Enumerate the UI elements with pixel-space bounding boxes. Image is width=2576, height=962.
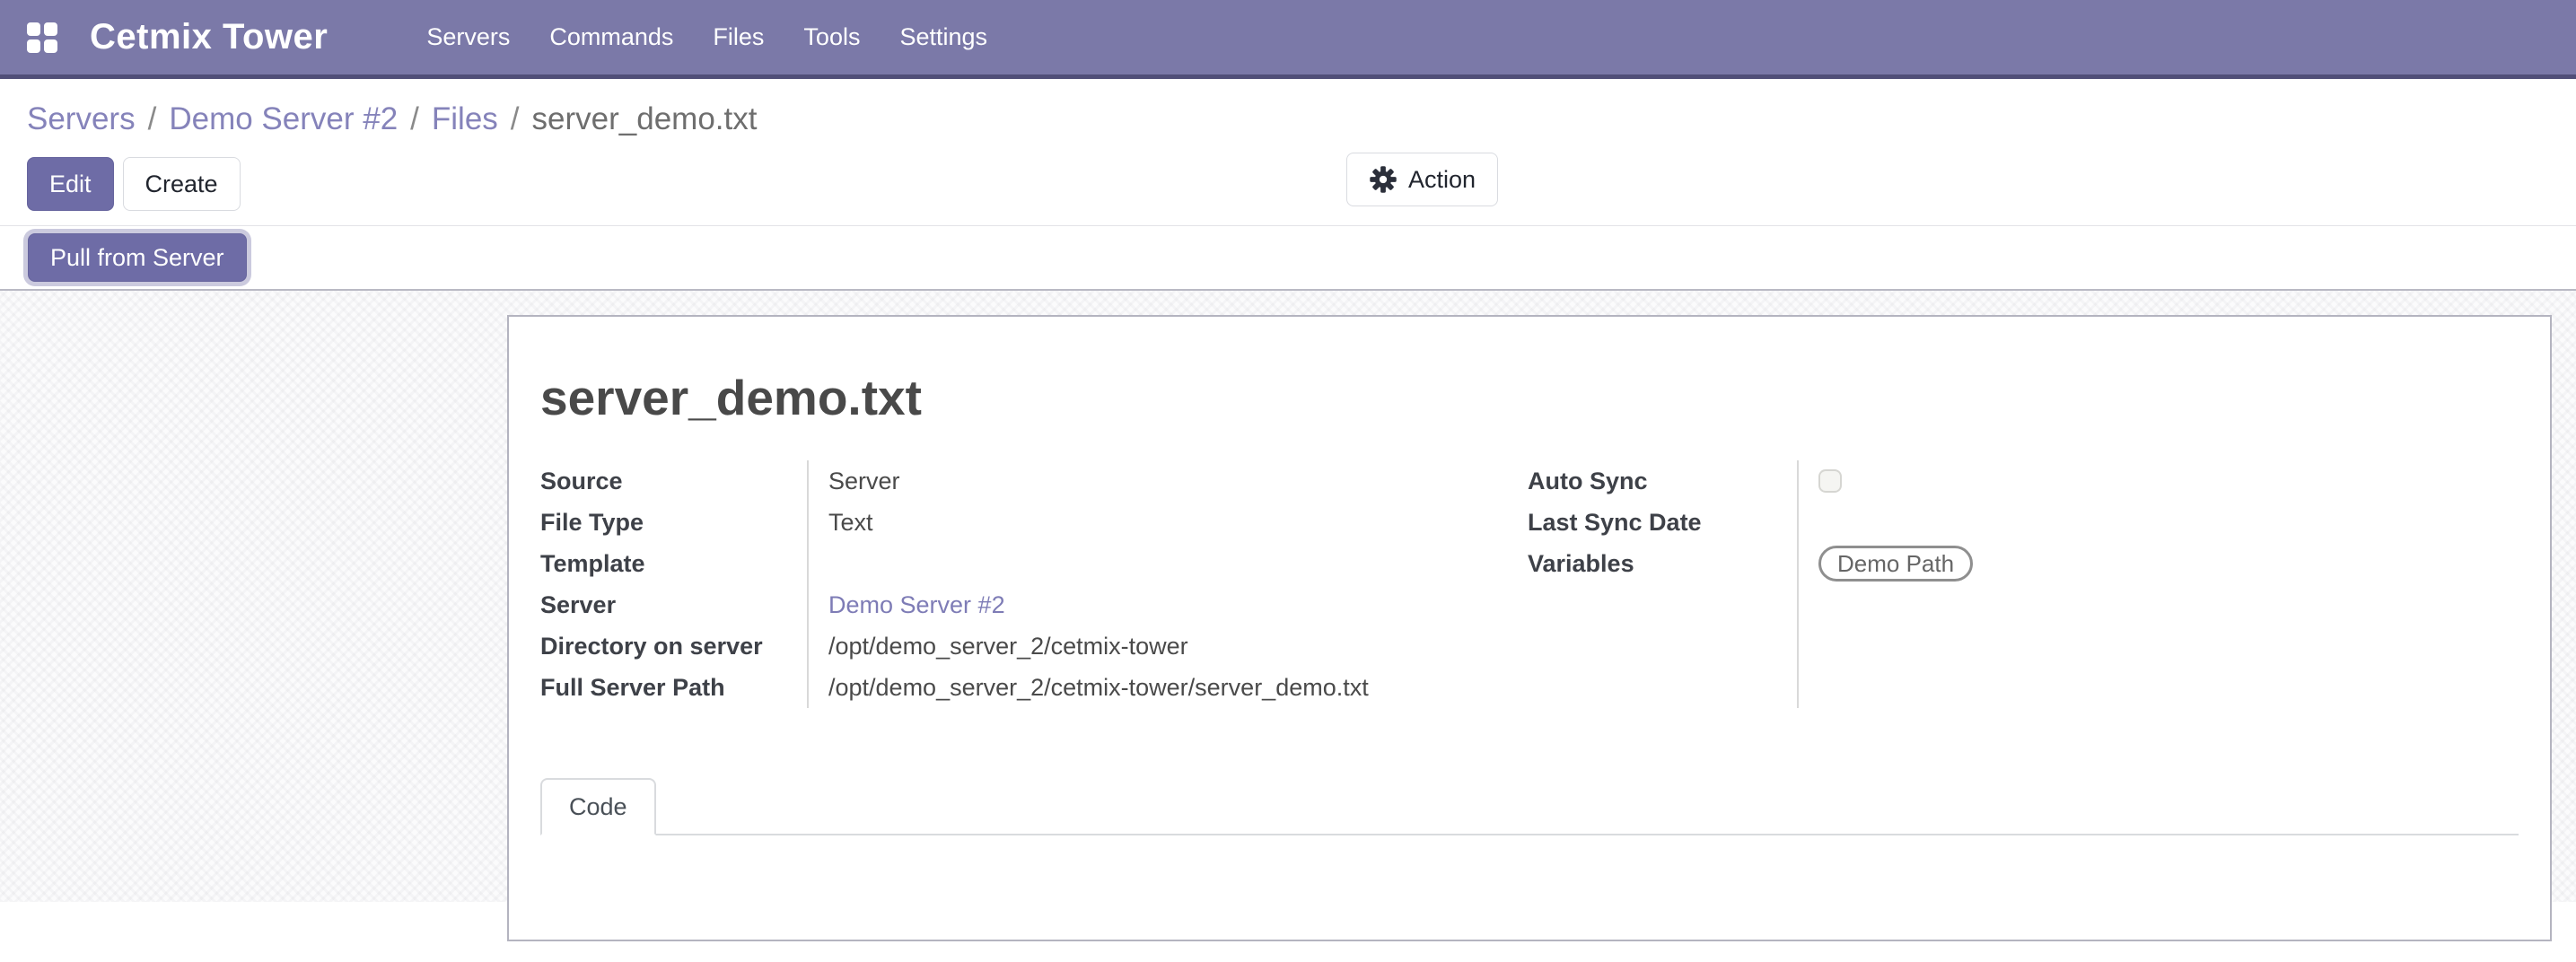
gear-icon (1369, 165, 1398, 194)
apps-grid-dot (44, 39, 57, 53)
nav-item-tools[interactable]: Tools (803, 23, 860, 51)
action-menu-button[interactable]: Action (1346, 153, 1498, 206)
apps-grid-dot (44, 22, 57, 36)
breadcrumb-link-files[interactable]: Files (432, 101, 498, 137)
tab-content-code (540, 835, 2519, 934)
navbar-menu: Servers Commands Files Tools Settings (426, 23, 987, 51)
control-panel-buttons: Edit Create (27, 157, 2576, 211)
apps-grid-dot (27, 22, 40, 36)
breadcrumb-separator: / (511, 101, 520, 137)
value-column: Demo Path (1797, 460, 2519, 708)
value-column: Server Text Demo Server #2 /opt/demo_ser… (807, 460, 1528, 708)
form-sheet: server_demo.txt Source File Type Templat… (507, 315, 2552, 941)
field-label-server: Server (540, 591, 616, 619)
field-value-source: Server (828, 468, 900, 495)
field-label-directory: Directory on server (540, 633, 763, 660)
nav-item-files[interactable]: Files (713, 23, 764, 51)
breadcrumb-link-servers[interactable]: Servers (27, 101, 136, 137)
field-label-last-sync-date: Last Sync Date (1528, 509, 1702, 537)
field-value-file-type: Text (828, 509, 873, 537)
field-label-full-server-path: Full Server Path (540, 674, 725, 702)
breadcrumb-separator: / (410, 101, 419, 137)
label-column: Auto Sync Last Sync Date Variables (1528, 460, 1797, 708)
notebook: Code (540, 778, 2519, 934)
field-label-file-type: File Type (540, 509, 644, 537)
form-view-background: server_demo.txt Source File Type Templat… (0, 291, 2576, 902)
field-value-server-link[interactable]: Demo Server #2 (828, 591, 1005, 618)
field-label-source: Source (540, 468, 623, 495)
breadcrumb: Servers / Demo Server #2 / Files / serve… (27, 101, 2576, 137)
field-group-left: Source File Type Template Server Directo… (540, 460, 1528, 708)
control-panel: Servers / Demo Server #2 / Files / serve… (0, 79, 2576, 226)
breadcrumb-link-demo-server[interactable]: Demo Server #2 (169, 101, 398, 137)
statusbar: Pull from Server (0, 226, 2576, 291)
apps-grid-icon[interactable] (27, 22, 57, 53)
breadcrumb-current: server_demo.txt (532, 101, 758, 137)
nav-item-commands[interactable]: Commands (549, 23, 673, 51)
edit-button[interactable]: Edit (27, 157, 114, 211)
action-button-label: Action (1408, 166, 1476, 194)
variable-tag-demo-path: Demo Path (1818, 546, 1973, 582)
notebook-tabs: Code (540, 778, 2519, 835)
create-button[interactable]: Create (123, 157, 241, 211)
auto-sync-checkbox[interactable] (1818, 469, 1842, 493)
apps-grid-dot (27, 39, 40, 53)
field-label-auto-sync: Auto Sync (1528, 468, 1648, 495)
app-brand[interactable]: Cetmix Tower (90, 17, 328, 57)
main-navbar: Cetmix Tower Servers Commands Files Tool… (0, 0, 2576, 79)
nav-item-servers[interactable]: Servers (426, 23, 510, 51)
label-column: Source File Type Template Server Directo… (540, 460, 807, 708)
field-label-variables: Variables (1528, 550, 1634, 578)
field-label-template: Template (540, 550, 645, 578)
tab-code[interactable]: Code (540, 778, 656, 835)
field-group-right: Auto Sync Last Sync Date Variables Demo … (1528, 460, 2519, 708)
nav-item-settings[interactable]: Settings (899, 23, 987, 51)
field-value-directory: /opt/demo_server_2/cetmix-tower (828, 633, 1188, 660)
field-groups: Source File Type Template Server Directo… (540, 460, 2519, 708)
pull-from-server-button[interactable]: Pull from Server (28, 233, 247, 282)
record-title: server_demo.txt (540, 369, 2519, 426)
breadcrumb-separator: / (148, 101, 157, 137)
field-value-full-server-path: /opt/demo_server_2/cetmix-tower/server_d… (828, 674, 1369, 702)
